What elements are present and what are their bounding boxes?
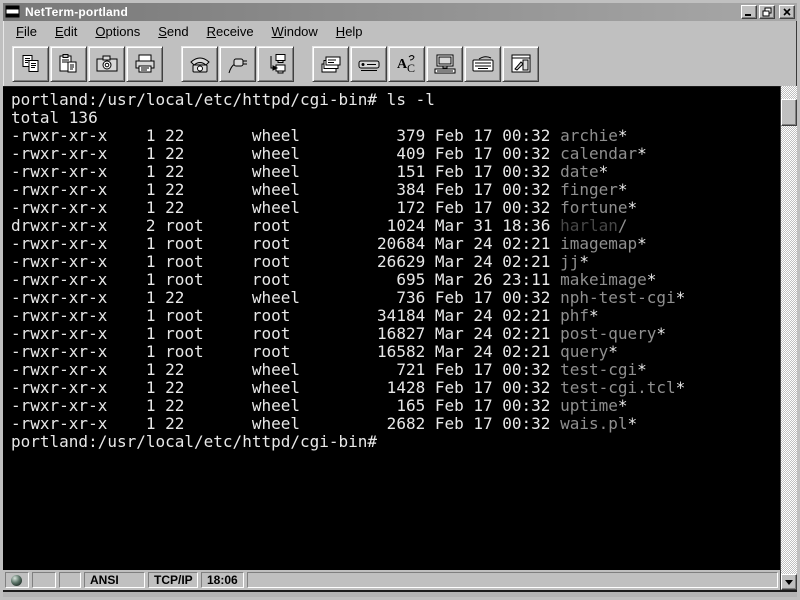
copy-icon (18, 53, 44, 75)
restore-button[interactable] (759, 5, 775, 19)
menu-receive[interactable]: Receive (198, 22, 263, 41)
terminal-line: -rwxr-xr-x 1 22 wheel 409 Feb 17 00:32 c… (11, 145, 780, 163)
emulation-button[interactable] (426, 46, 463, 82)
toolbar: AC (3, 42, 797, 86)
terminal-line: -rwxr-xr-x 1 root root 16827 Mar 24 02:2… (11, 325, 780, 343)
terminal-line: -rwxr-xr-x 1 22 wheel 2682 Feb 17 00:32 … (11, 415, 780, 433)
dial-phone-button[interactable] (181, 46, 218, 82)
chevron-down-icon (785, 580, 793, 585)
dial-phone-icon (187, 53, 213, 75)
print-icon (132, 53, 158, 75)
print-button[interactable] (126, 46, 163, 82)
netterm-app-icon (5, 5, 21, 19)
capture-icon (94, 53, 120, 75)
minimize-button[interactable] (741, 5, 757, 19)
menu-options[interactable]: Options (86, 22, 149, 41)
menu-window[interactable]: Window (263, 22, 327, 41)
terminal-line: -rwxr-xr-x 1 22 wheel 736 Feb 17 00:32 n… (11, 289, 780, 307)
terminal-screen[interactable]: portland:/usr/local/etc/httpd/cgi-bin# l… (3, 86, 780, 570)
toolbar-group-1 (12, 46, 164, 82)
phone-directory-icon (318, 53, 344, 75)
keyboard-map-icon (470, 53, 496, 75)
terminal-line: -rwxr-xr-x 1 22 wheel 165 Feb 17 00:32 u… (11, 397, 780, 415)
scrollbar-thumb[interactable] (781, 99, 797, 126)
emulation-icon (432, 53, 458, 75)
terminal-line: -rwxr-xr-x 1 22 wheel 721 Feb 17 00:32 t… (11, 361, 780, 379)
paste-icon (56, 53, 82, 75)
menu-help[interactable]: Help (327, 22, 372, 41)
disconnect-icon (225, 53, 251, 75)
title-bar: NetTerm-portland (3, 3, 797, 21)
restore-icon (761, 6, 773, 18)
terminal-setup-button[interactable] (502, 46, 539, 82)
terminal-line: -rwxr-xr-x 1 root root 26629 Mar 24 02:2… (11, 253, 780, 271)
svg-text:C: C (407, 61, 415, 75)
main-area: portland:/usr/local/etc/httpd/cgi-bin# l… (3, 86, 797, 590)
menu-file[interactable]: File (7, 22, 46, 41)
terminal-line: -rwxr-xr-x 1 root root 695 Mar 26 23:11 … (11, 271, 780, 289)
terminal-line: -rwxr-xr-x 1 root root 20684 Mar 24 02:2… (11, 235, 780, 253)
terminal-line: -rwxr-xr-x 1 22 wheel 151 Feb 17 00:32 d… (11, 163, 780, 181)
window-title: NetTerm-portland (25, 5, 739, 19)
netterm-window: NetTerm-portland FileEditOptionsSendRece… (0, 0, 800, 600)
terminal-output: portland:/usr/local/etc/httpd/cgi-bin# l… (3, 87, 780, 451)
status-bar: ANSITCP/IP18:06 (3, 570, 780, 590)
copy-button[interactable] (12, 46, 49, 82)
font-icon: AC (394, 53, 420, 75)
file-transfer-icon (263, 53, 289, 75)
terminal-line: -rwxr-xr-x 1 22 wheel 384 Feb 17 00:32 f… (11, 181, 780, 199)
window-bottom-edge (3, 590, 797, 597)
close-button[interactable] (779, 5, 795, 19)
emulation-status: ANSI (84, 572, 145, 588)
terminal-line: portland:/usr/local/etc/httpd/cgi-bin# l… (11, 91, 780, 109)
terminal-line: -rwxr-xr-x 1 22 wheel 1428 Feb 17 00:32 … (11, 379, 780, 397)
status-cell-blank-2 (59, 572, 81, 588)
menu-send[interactable]: Send (149, 22, 197, 41)
close-icon (781, 6, 793, 18)
scroll-down-button[interactable] (781, 574, 797, 590)
status-cell-blank-1 (32, 572, 56, 588)
connection-indicator (5, 572, 29, 588)
file-transfer-button[interactable] (257, 46, 294, 82)
terminal-line: drwxr-xr-x 2 root root 1024 Mar 31 18:36… (11, 217, 780, 235)
terminal-line: -rwxr-xr-x 1 root root 16582 Mar 24 02:2… (11, 343, 780, 361)
modem-setup-icon (356, 53, 382, 75)
disconnect-button[interactable] (219, 46, 256, 82)
keyboard-map-button[interactable] (464, 46, 501, 82)
clock-status: 18:06 (201, 572, 244, 588)
message-area (247, 572, 778, 588)
modem-setup-button[interactable] (350, 46, 387, 82)
protocol-status: TCP/IP (148, 572, 198, 588)
capture-button[interactable] (88, 46, 125, 82)
paste-button[interactable] (50, 46, 87, 82)
toolbar-group-3: AC (312, 46, 540, 82)
font-button[interactable]: AC (388, 46, 425, 82)
terminal-line: -rwxr-xr-x 1 root root 34184 Mar 24 02:2… (11, 307, 780, 325)
terminal-setup-icon (508, 53, 534, 75)
terminal-line: portland:/usr/local/etc/httpd/cgi-bin# (11, 433, 780, 451)
menu-bar: FileEditOptionsSendReceiveWindowHelp (3, 21, 797, 42)
terminal-line: -rwxr-xr-x 1 22 wheel 379 Feb 17 00:32 a… (11, 127, 780, 145)
scrollbar-track[interactable] (780, 86, 797, 590)
toolbar-group-2 (181, 46, 295, 82)
terminal-line: -rwxr-xr-x 1 22 wheel 172 Feb 17 00:32 f… (11, 199, 780, 217)
minimize-icon (743, 6, 755, 18)
menu-edit[interactable]: Edit (46, 22, 86, 41)
phone-directory-button[interactable] (312, 46, 349, 82)
connection-sphere-icon (11, 575, 22, 586)
terminal-line: total 136 (11, 109, 780, 127)
